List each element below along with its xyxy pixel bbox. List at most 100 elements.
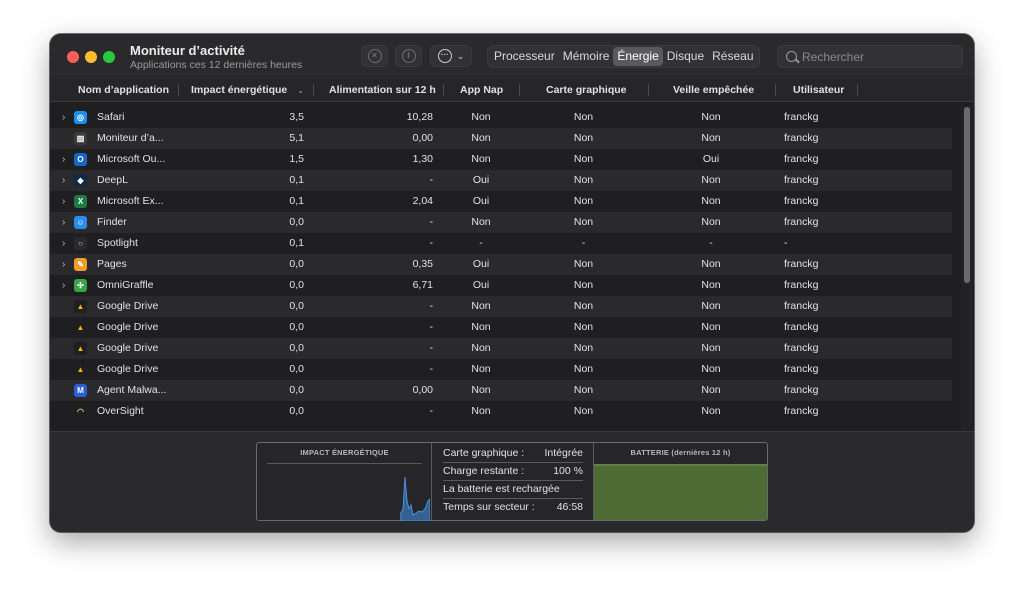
info-button[interactable]: i xyxy=(395,45,422,67)
app-nap-cell: Non xyxy=(471,363,491,375)
power-12h-cell: - xyxy=(429,405,434,417)
table-row[interactable]: › ✣ OmniGraffle 0,0 6,71 Oui Non Non franckg xyxy=(50,275,952,296)
column-divider[interactable] xyxy=(178,84,179,96)
xmark-circle-icon: × xyxy=(367,49,382,63)
user-cell: franckg xyxy=(784,111,819,123)
energy-impact-cell: 5,1 xyxy=(289,132,304,144)
scrollbar-thumb[interactable] xyxy=(964,107,970,283)
column-divider[interactable] xyxy=(857,84,858,96)
column-header-power[interactable]: Alimentation sur 12 h xyxy=(329,79,436,101)
energy-summary-box: IMPACT ÉNERGÉTIQUE Carte graphique : Int… xyxy=(256,442,768,521)
power-12h-cell: 0,00 xyxy=(412,384,433,396)
app-nap-cell: Oui xyxy=(472,279,490,291)
table-row[interactable]: ◠ OverSight 0,0 - Non Non Non franckg xyxy=(50,401,952,422)
table-row[interactable]: › ☺ Finder 0,0 - Non Non Non franckg xyxy=(50,212,952,233)
app-nap-cell: Non xyxy=(471,153,491,165)
gpu-usage-cell: Non xyxy=(573,300,594,312)
table-row[interactable]: M Agent Malwa... 0,0 0,00 Non Non Non franckg xyxy=(50,380,952,401)
impact-chart xyxy=(400,476,430,521)
malwarebytes-icon: M xyxy=(74,384,87,397)
omnigraffle-icon: ✣ xyxy=(74,279,87,292)
tab-disque[interactable]: Disque xyxy=(663,47,708,66)
disclosure-chevron-icon[interactable]: › xyxy=(62,107,65,128)
app-nap-cell: Non xyxy=(471,384,491,396)
column-header-sleep[interactable]: Veille empêchée xyxy=(673,79,754,101)
app-nap-cell: Non xyxy=(471,111,491,123)
power-12h-cell: 1,30 xyxy=(412,153,433,165)
power-12h-cell: 0,35 xyxy=(412,258,433,270)
disclosure-chevron-icon[interactable]: › xyxy=(62,254,65,275)
tab-memoire[interactable]: Mémoire xyxy=(559,47,614,66)
user-cell: franckg xyxy=(784,132,819,144)
table-row[interactable]: › X Microsoft Ex... 0,1 2,04 Oui Non Non franckg xyxy=(50,191,952,212)
table-row[interactable]: ▲ Google Drive 0,0 - Non Non Non franckg xyxy=(50,338,952,359)
stop-process-button[interactable]: × xyxy=(361,45,388,67)
table-row[interactable]: › ◆ DeepL 0,1 - Oui Non Non franckg xyxy=(50,170,952,191)
user-cell: franckg xyxy=(784,363,819,375)
column-divider[interactable] xyxy=(443,84,444,96)
sleep-prevented-cell: Non xyxy=(701,321,721,333)
tab-processeur[interactable]: Processeur xyxy=(490,47,559,66)
compass-icon: ◎ xyxy=(74,111,87,124)
table-row[interactable]: ▲ Google Drive 0,0 - Non Non Non franckg xyxy=(50,359,952,380)
zoom-window-button[interactable] xyxy=(103,51,115,63)
info-circle-icon: i xyxy=(401,49,416,63)
column-header-appnap[interactable]: App Nap xyxy=(460,79,503,101)
user-cell: - xyxy=(784,237,788,249)
disclosure-chevron-icon[interactable]: › xyxy=(62,191,65,212)
sleep-prevented-cell: - xyxy=(709,237,713,249)
table-row[interactable]: ▲ Google Drive 0,0 - Non Non Non franckg xyxy=(50,317,952,338)
column-header-impact[interactable]: Impact énergétique ⌄ xyxy=(191,79,304,101)
disclosure-chevron-icon[interactable]: › xyxy=(62,212,65,233)
stat-value: Intégrée xyxy=(544,447,583,459)
table-row[interactable]: › ○ Spotlight 0,1 - - - - - xyxy=(50,233,952,254)
app-name-cell: Spotlight xyxy=(97,237,138,249)
app-name-cell: OverSight xyxy=(97,405,144,417)
disclosure-chevron-icon[interactable]: › xyxy=(62,149,65,170)
stat-value: 100 % xyxy=(553,465,583,477)
minimize-window-button[interactable] xyxy=(85,51,97,63)
energy-impact-cell: 0,1 xyxy=(289,174,304,186)
search-input[interactable] xyxy=(802,49,952,64)
stat-ac-time: Temps sur secteur : 46:58 xyxy=(443,500,583,517)
power-12h-cell: - xyxy=(429,363,434,375)
disclosure-chevron-icon[interactable]: › xyxy=(62,233,65,254)
column-header-impact-label: Impact énergétique xyxy=(191,84,288,96)
gpu-usage-cell: Non xyxy=(573,405,594,417)
gpu-usage-cell: Non xyxy=(573,153,594,165)
tab-reseau[interactable]: Réseau xyxy=(708,47,757,66)
app-name-cell: Safari xyxy=(97,111,125,123)
energy-impact-cell: 0,0 xyxy=(289,363,304,375)
column-divider[interactable] xyxy=(648,84,649,96)
energy-impact-cell: 0,1 xyxy=(289,237,304,249)
user-cell: franckg xyxy=(784,174,819,186)
energy-impact-cell: 3,5 xyxy=(289,111,304,123)
more-actions-button[interactable]: ··· ⌄ xyxy=(430,45,472,67)
column-divider[interactable] xyxy=(775,84,776,96)
column-header-user[interactable]: Utilisateur xyxy=(793,79,844,101)
energy-impact-cell: 0,0 xyxy=(289,216,304,228)
table-row[interactable]: › ◎ Safari 3,5 10,28 Non Non Non franckg xyxy=(50,107,952,128)
user-cell: franckg xyxy=(784,300,819,312)
sort-descending-icon: ⌄ xyxy=(297,86,304,95)
table-row[interactable]: › ✎ Pages 0,0 0,35 Oui Non Non franckg xyxy=(50,254,952,275)
disclosure-chevron-icon[interactable]: › xyxy=(62,275,65,296)
sleep-prevented-cell: Non xyxy=(701,405,721,417)
sleep-prevented-cell: Non xyxy=(701,132,721,144)
tab-energie[interactable]: Énergie xyxy=(613,47,663,66)
column-header-gpu[interactable]: Carte graphique xyxy=(546,79,627,101)
app-nap-cell: Non xyxy=(471,321,491,333)
table-row[interactable]: ▲ Google Drive 0,0 - Non Non Non franckg xyxy=(50,296,952,317)
column-header-name[interactable]: Nom d’application xyxy=(78,79,169,101)
column-divider[interactable] xyxy=(519,84,520,96)
close-window-button[interactable] xyxy=(67,51,79,63)
sleep-prevented-cell: Non xyxy=(701,279,721,291)
table-row[interactable]: › O Microsoft Ou... 1,5 1,30 Non Non Oui franckg xyxy=(50,149,952,170)
user-cell: franckg xyxy=(784,321,819,333)
power-12h-cell: - xyxy=(429,342,434,354)
finder-icon: ☺ xyxy=(74,216,87,229)
disclosure-chevron-icon[interactable]: › xyxy=(62,170,65,191)
app-nap-cell: Oui xyxy=(472,174,490,186)
column-divider[interactable] xyxy=(313,84,314,96)
table-row[interactable]: ▥ Moniteur d’a... 5,1 0,00 Non Non Non franckg xyxy=(50,128,952,149)
